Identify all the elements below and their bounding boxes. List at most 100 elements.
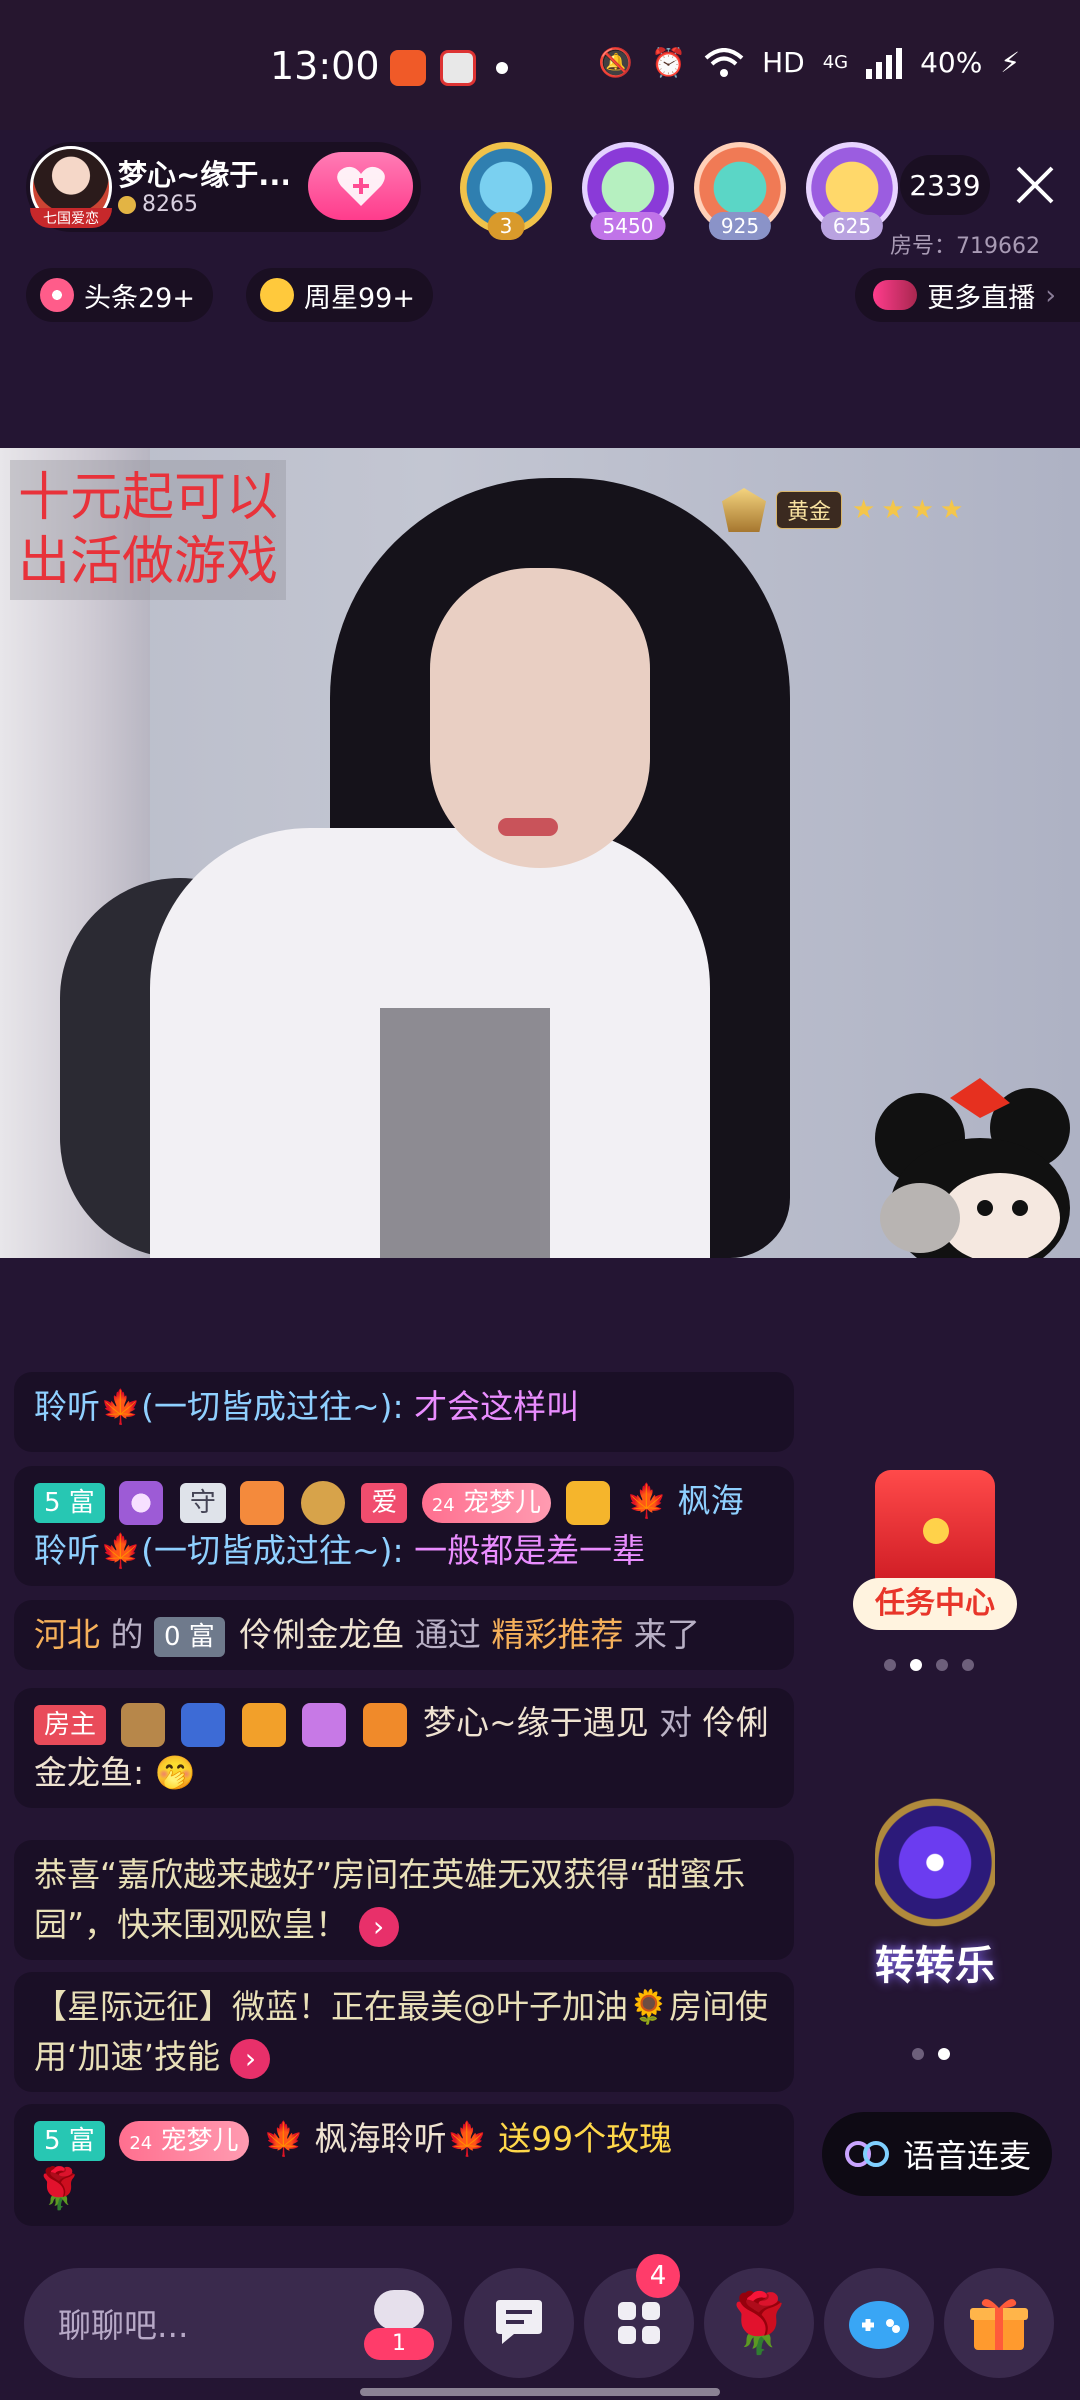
love-badge: 爱 <box>361 1482 408 1523</box>
more-live-button[interactable]: 更多直播 › <box>855 268 1080 322</box>
plush-toy <box>875 1078 1070 1258</box>
medal-icon <box>119 1480 164 1525</box>
pet-level: 24 <box>431 1494 455 1516</box>
rich-badge: 5 富 <box>34 2120 105 2161</box>
task-center-widget[interactable]: 任务中心 <box>845 1470 1025 1640</box>
host-badge: 房主 <box>34 1704 107 1745</box>
chat-user: 🍁 枫海聆听🍁 <box>263 2119 488 2158</box>
wifi-icon <box>704 47 744 77</box>
spin-pager-dots <box>912 2048 950 2060</box>
mute-icon: 🔕 <box>598 46 634 79</box>
fan-badge-4[interactable]: 625 <box>806 142 898 240</box>
apps-notification-badge: 4 <box>636 2254 680 2298</box>
chat-emoji: 🤭 <box>154 1753 196 1792</box>
game-button[interactable] <box>824 2268 934 2378</box>
rose-gift-button[interactable]: 🌹 <box>704 2268 814 2378</box>
task-pager-dots <box>884 1659 974 1671</box>
fan-score-2: 5450 <box>590 212 666 240</box>
rose-icon: 🌹 <box>34 2166 84 2212</box>
voice-link-button[interactable]: 语音连麦 <box>822 2112 1052 2196</box>
purple-badge-icon <box>302 1702 347 1747</box>
orange-badge-icon <box>362 1702 407 1747</box>
chat-region: 河北 <box>34 1615 100 1654</box>
fan-score-4: 625 <box>820 212 884 240</box>
spin-wheel-icon <box>875 1795 995 1945</box>
fan-score-3: 925 <box>708 212 772 240</box>
chat-text: 才会这样叫 <box>414 1387 580 1426</box>
close-icon[interactable] <box>1010 160 1060 210</box>
alarm-icon: ⏰ <box>651 46 687 79</box>
chat-came: 来了 <box>633 1615 700 1654</box>
chat-message[interactable]: 恭喜“嘉欣越来越好”房间在英雄无双获得“甜蜜乐园”，快来围观欧皇！ › <box>14 1840 794 1960</box>
gamepad-icon <box>849 2301 909 2349</box>
shield-badge-icon <box>181 1702 226 1747</box>
chat-input[interactable]: 聊聊吧... 1 <box>24 2268 452 2378</box>
chat-user: 梦心~缘于遇见 <box>423 1703 649 1742</box>
fan-badge-2[interactable]: 5450 <box>582 142 674 240</box>
chat-of: 的 <box>110 1615 144 1654</box>
star-medal-icon <box>240 1480 285 1525</box>
rose-icon: 🌹 <box>722 2288 796 2357</box>
chat-message[interactable]: 【星际远征】微蓝！正在最美@叶子加油🌻房间使用‘加速’技能 › <box>14 1972 794 2092</box>
headline-label: 头条29+ <box>84 282 195 314</box>
room-number: 房号：719662 <box>890 234 1040 259</box>
overlay-line-1: 十元起可以 <box>18 468 279 528</box>
streamer-lips <box>498 818 558 836</box>
chat-message[interactable]: 房主 梦心~缘于遇见 对 伶俐金龙鱼: 🤭 <box>14 1688 794 1808</box>
status-time: 13:00 <box>270 44 380 88</box>
chat-source: 精彩推荐 <box>491 1615 624 1654</box>
star-icon <box>260 278 294 312</box>
live-video[interactable]: 十元起可以 出活做游戏 黄金 ★ ★ ★ ★ <box>0 448 1080 1258</box>
chat-message[interactable]: 5 富 24 宠梦儿 🍁 枫海聆听🍁 送99个玫瑰 🌹 <box>14 2104 794 2226</box>
cloud-shape <box>374 2290 424 2330</box>
headline-chip[interactable]: 头条29+ <box>26 268 213 322</box>
chat-user: 伶俐金龙鱼 <box>239 1615 405 1654</box>
gift-icon <box>970 2299 1028 2350</box>
rank-badge: 黄金 ★ ★ ★ ★ <box>722 488 963 532</box>
danmaku-button[interactable] <box>464 2268 574 2378</box>
task-center-label: 任务中心 <box>853 1578 1017 1630</box>
user-icon <box>565 1480 610 1525</box>
chat-message[interactable]: 聆听🍁(一切皆成过往~): 才会这样叫 <box>14 1372 794 1452</box>
envelope-seal <box>923 1518 949 1544</box>
chat-to: 对 <box>659 1703 693 1742</box>
pet-label: 宠梦儿 <box>463 1487 542 1518</box>
spin-widget[interactable]: 转转乐 <box>845 1795 1025 1995</box>
avatar-caption: 七国爱恋 <box>30 208 112 228</box>
home-indicator[interactable] <box>360 2388 720 2396</box>
network-type: 4G <box>822 52 849 73</box>
chat-user: 聆听🍁(一切皆成过往~): <box>34 1387 415 1426</box>
live-icon <box>873 280 918 310</box>
fan-cloud-icon[interactable]: 1 <box>364 2290 434 2360</box>
fan-badge-1[interactable]: 3 <box>460 142 552 240</box>
chevron-right-icon[interactable]: › <box>358 1906 399 1947</box>
coin-icon <box>118 195 136 214</box>
signal-icon <box>866 47 903 79</box>
chat-message[interactable]: 河北 的 0 富 伶俐金龙鱼 通过 精彩推荐 来了 <box>14 1600 794 1670</box>
more-notifications-dot <box>496 62 508 74</box>
chat-message[interactable]: 5 富 守 爱 24 宠梦儿 🍁 枫海聆听🍁(一切皆成过往~): 一般都是差一辈 <box>14 1466 794 1586</box>
charging-icon: ⚡ <box>1000 46 1020 79</box>
streamer-top <box>380 1008 550 1258</box>
voice-link-label: 语音连麦 <box>902 2137 1031 2175</box>
weekly-star-label: 周星99+ <box>304 282 415 314</box>
chevron-right-icon[interactable]: › <box>230 2038 271 2079</box>
fan-badge-3[interactable]: 925 <box>694 142 786 240</box>
pet-badge: 24 宠梦儿 <box>119 2120 249 2161</box>
gift-button[interactable] <box>944 2268 1054 2378</box>
cloud-badge: 1 <box>364 2328 434 2360</box>
pet-level: 24 <box>129 2132 153 2154</box>
weekly-star-chip[interactable]: 周星99+ <box>246 268 433 322</box>
stream-overlay-text: 十元起可以 出活做游戏 <box>10 460 287 600</box>
follow-button[interactable] <box>308 152 413 220</box>
apps-button[interactable]: 4 <box>584 2254 694 2378</box>
pet-badge: 24 宠梦儿 <box>421 1482 552 1523</box>
status-right: 🔕 ⏰ HD 4G 40% ⚡ <box>598 46 1020 79</box>
newcomer-icon <box>300 1480 345 1525</box>
chevron-right-icon: › <box>1045 279 1056 311</box>
shield-icon <box>722 488 766 532</box>
app-notification-icon <box>390 50 426 86</box>
flame-icon <box>40 278 74 312</box>
medal-icon <box>120 1702 165 1747</box>
viewer-count[interactable]: 2339 <box>900 155 990 215</box>
